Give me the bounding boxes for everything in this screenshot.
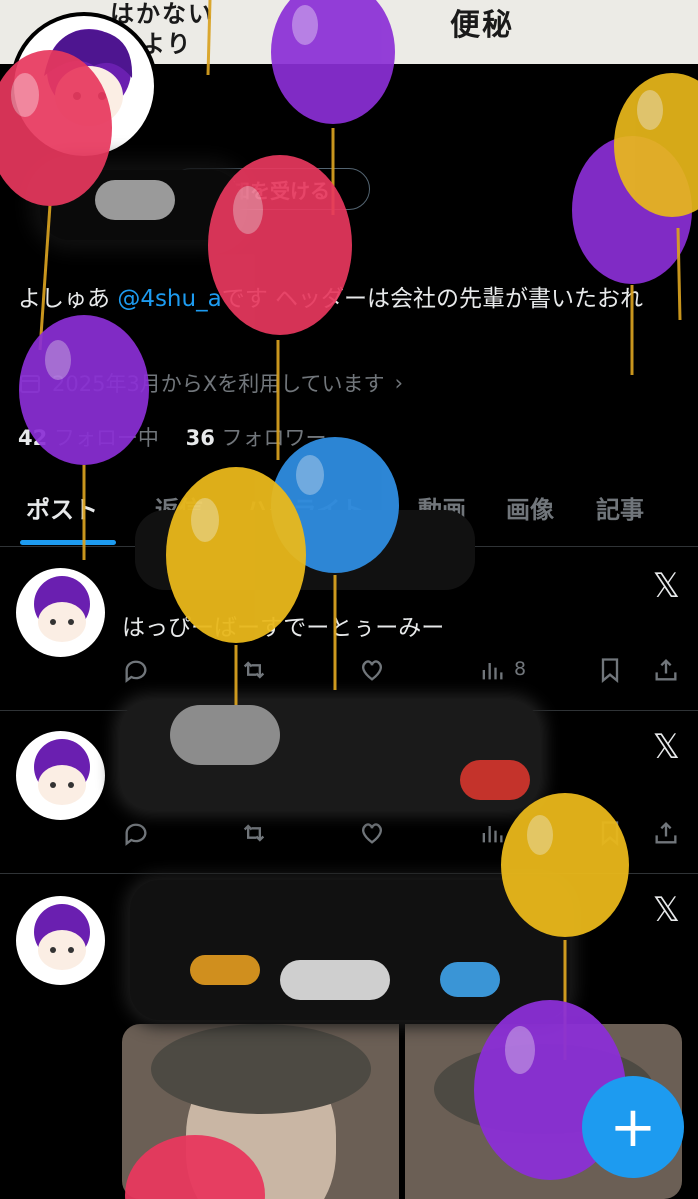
followers-link[interactable]: 36 フォロワー xyxy=(186,426,327,450)
share-icon[interactable] xyxy=(652,656,682,686)
avatar-illustration xyxy=(34,739,90,805)
censor-scribble xyxy=(190,955,260,985)
following-count: 42 xyxy=(18,426,48,450)
reply-icon[interactable] xyxy=(122,819,152,849)
reply-icon[interactable] xyxy=(122,656,152,686)
bookmark-icon[interactable] xyxy=(596,819,626,849)
censor-scribble xyxy=(95,180,175,220)
bio-mention-link[interactable]: @4shu_a xyxy=(117,286,221,312)
like-icon[interactable] xyxy=(358,656,388,686)
followers-count: 36 xyxy=(185,426,215,450)
joined-date[interactable]: 2025年3月からXを利用しています › xyxy=(18,368,403,398)
profile-bio: よしゅあ @4shu_aです ヘッダーは会社の先輩が書いたおれ xyxy=(18,280,678,318)
tab-posts[interactable]: ポスト xyxy=(26,490,98,525)
avatar-illustration xyxy=(34,904,90,970)
bookmark-icon[interactable] xyxy=(596,656,626,686)
profile-avatar[interactable] xyxy=(10,12,158,160)
follow-stats: 42 フォロー中 36 フォロワー xyxy=(18,422,327,452)
bio-rest: です ヘッダーは会社の先輩が書いたおれ xyxy=(221,286,643,312)
view-count: 8 xyxy=(514,658,527,680)
share-icon[interactable] xyxy=(652,819,682,849)
post-actions: 8 xyxy=(122,656,682,686)
like-icon[interactable] xyxy=(358,819,388,849)
followers-label: フォロワー xyxy=(221,426,327,450)
avatar-illustration xyxy=(34,576,90,642)
post-avatar[interactable] xyxy=(16,731,105,820)
post-avatar[interactable] xyxy=(16,896,105,985)
views-icon[interactable] xyxy=(478,656,508,686)
calendar-icon xyxy=(20,375,40,393)
repost-icon[interactable] xyxy=(240,819,270,849)
censor-scribble xyxy=(440,962,500,997)
avatar-illustration xyxy=(44,29,133,126)
post-text: はっぴーばーすでーとぅーみー xyxy=(122,615,445,641)
x-logo-icon: 𝕏 xyxy=(652,890,680,930)
chevron-right-icon: › xyxy=(394,371,403,395)
following-link[interactable]: 42 フォロー中 xyxy=(18,426,159,450)
tab-articles[interactable]: 記事 xyxy=(596,490,644,525)
post-actions xyxy=(122,819,682,849)
joined-text: 2025年3月からXを利用しています xyxy=(52,372,385,396)
active-tab-indicator xyxy=(20,540,116,545)
header-scribble-3: 便秘 xyxy=(450,8,514,43)
x-logo-icon: 𝕏 xyxy=(652,727,680,767)
tab-images[interactable]: 画像 xyxy=(506,490,554,525)
censor-scribble xyxy=(460,760,530,800)
compose-button[interactable]: + xyxy=(582,1076,684,1178)
photo-hair xyxy=(150,1024,371,1114)
following-label: フォロー中 xyxy=(53,426,159,450)
bio-prefix: よしゅあ xyxy=(18,286,118,312)
views-icon[interactable] xyxy=(478,819,508,849)
balloon xyxy=(572,136,692,375)
censor-scribble xyxy=(170,705,280,765)
repost-icon[interactable] xyxy=(240,656,270,686)
censor-scribble xyxy=(135,510,475,590)
censor-scribble xyxy=(280,960,390,1000)
post-photo[interactable] xyxy=(122,1024,399,1199)
post-avatar[interactable] xyxy=(16,568,105,657)
x-logo-icon: 𝕏 xyxy=(652,566,680,606)
